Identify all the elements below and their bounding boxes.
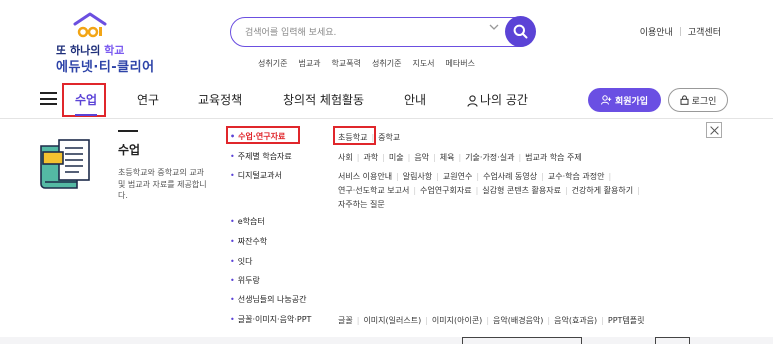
- keyword-link[interactable]: 성취기준: [372, 58, 401, 69]
- sub-link[interactable]: 이미지(일러스트): [363, 316, 421, 325]
- category-teacher-space[interactable]: • 선생님들의 나눔공간: [230, 294, 307, 305]
- nav-item-policy[interactable]: 교육정책: [198, 91, 242, 108]
- sub-link[interactable]: 연구·선도학교 보고서: [338, 186, 409, 195]
- guide-link[interactable]: 이용안내: [640, 25, 673, 38]
- sub-link[interactable]: 수업사례 동영상: [483, 172, 537, 181]
- sub-link[interactable]: 사회: [338, 153, 353, 162]
- search-input[interactable]: 검색어를 입력해 보세요.: [245, 25, 336, 38]
- sub-link[interactable]: 글꼴: [338, 316, 353, 325]
- keyword-link[interactable]: 학교폭력: [332, 58, 361, 69]
- nav-item-info[interactable]: 안내: [404, 91, 426, 108]
- sub-link[interactable]: 이미지(아이콘): [432, 316, 482, 325]
- book-icon: [40, 139, 90, 189]
- divider: |: [678, 26, 682, 37]
- sub-link[interactable]: 자주하는 질문: [338, 200, 385, 209]
- site-logo[interactable]: 또 하나의 학교 에듀넷·티-클리어: [52, 12, 155, 75]
- sub-link[interactable]: 중학교: [378, 133, 400, 142]
- nav-item-research[interactable]: 연구: [137, 91, 159, 108]
- sub-link[interactable]: 알림사항: [403, 172, 432, 181]
- sub-link[interactable]: 과학: [363, 153, 378, 162]
- sub-link[interactable]: 음악(배경음악): [493, 316, 543, 325]
- category-wedorang[interactable]: • 위두랑: [230, 275, 260, 286]
- sub-link[interactable]: 교원연수: [443, 172, 472, 181]
- search-button[interactable]: [505, 16, 536, 47]
- category-math[interactable]: • 짜잔수학: [230, 236, 267, 247]
- section-bar: [118, 130, 138, 132]
- section-description: 초등학교와 중학교의 교과 및 범교과 자료를 제공합니다.: [118, 168, 207, 200]
- sub-link[interactable]: 교수·학습 과정안: [548, 172, 605, 181]
- page-content-edge: [0, 337, 773, 344]
- nav-item-class[interactable]: 수업: [75, 91, 97, 108]
- sub-link[interactable]: 서비스 이용안내: [338, 172, 392, 181]
- close-icon[interactable]: [706, 122, 722, 138]
- sub-link[interactable]: 실감형 콘텐츠 활용자료: [482, 186, 561, 195]
- lock-icon: [680, 95, 689, 105]
- keyword-link[interactable]: 지도서: [412, 58, 434, 69]
- sub-link[interactable]: PPT템플릿: [608, 316, 645, 325]
- sub-links-school: 초등학교 | 중학교: [338, 133, 401, 142]
- search-bar[interactable]: 검색어를 입력해 보세요.: [230, 16, 536, 47]
- join-button-label: 회원가입: [614, 96, 649, 107]
- category-class-research[interactable]: • 수업·연구자료: [230, 131, 285, 142]
- chevron-down-icon[interactable]: [489, 23, 499, 34]
- popular-keywords: 성취기준 범교과 학교폭력 성취기준 지도서 메타버스: [258, 58, 486, 69]
- keyword-link[interactable]: 메타버스: [446, 58, 475, 69]
- utility-links: 이용안내 | 고객센터: [640, 25, 721, 39]
- nav-item-activity[interactable]: 창의적 체험활동: [283, 91, 364, 108]
- sub-link[interactable]: 미술: [389, 153, 404, 162]
- sub-link[interactable]: 건강하게 활용하기: [572, 186, 633, 195]
- page: 또 하나의 학교 에듀넷·티-클리어 검색어를 입력해 보세요. 성취기준 범교…: [0, 0, 773, 344]
- category-itda[interactable]: • 잇다: [230, 256, 252, 267]
- nav-item-my-space[interactable]: 나의 공간: [467, 91, 528, 108]
- login-button-label: 로그인: [691, 96, 717, 107]
- category-digital-textbook[interactable]: • 디지털교과서: [230, 170, 282, 181]
- section-title: 수업: [118, 143, 141, 157]
- sub-links-digital-1: 서비스 이용안내 | 알림사항 | 교원연수 | 수업사례 동영상 | 교수·학습 과정안 |: [338, 172, 612, 181]
- header-divider: [0, 118, 773, 119]
- sub-link[interactable]: 초등학교: [338, 133, 367, 142]
- sub-link[interactable]: 기술·가정·실과: [465, 153, 514, 162]
- sub-links-digital-3: 자주하는 질문: [338, 199, 385, 210]
- sub-link[interactable]: 음악(효과음): [554, 316, 597, 325]
- category-font-media[interactable]: • 글꼴·이미지·음악·PPT: [230, 314, 311, 325]
- join-button[interactable]: 회원가입: [588, 88, 661, 112]
- sub-link[interactable]: 범교과 학습 주제: [525, 153, 582, 162]
- search-icon: [513, 24, 528, 39]
- keyword-link[interactable]: 범교과: [298, 58, 320, 69]
- logo-title: 에듀넷·티-클리어: [56, 60, 155, 75]
- person-icon: [467, 94, 478, 107]
- active-underline: [75, 114, 97, 116]
- category-topic[interactable]: • 주제별 학습자료: [230, 151, 292, 162]
- category-e-learning[interactable]: • e학습터: [230, 216, 265, 227]
- content-fragment: [462, 337, 582, 344]
- login-button[interactable]: 로그인: [668, 88, 728, 112]
- sub-link[interactable]: 음악: [414, 153, 429, 162]
- sub-links-digital-2: 연구·선도학교 보고서 | 수업연구회자료 | 실감형 콘텐츠 활용자료 | 건강하게 활용…: [338, 186, 640, 195]
- sub-links-topic: 사회 | 과학 | 미술 | 음악 | 체육 | 기술·가정·실과 | 범교과 학습 주제: [338, 153, 582, 162]
- sub-link[interactable]: 체육: [440, 153, 455, 162]
- sub-links-font-media: 글꼴 | 이미지(일러스트) | 이미지(아이콘) | 음악(배경음악) | 음악(효과음) | P…: [338, 316, 645, 325]
- sub-link[interactable]: 수업연구회자료: [420, 186, 472, 195]
- keyword-link[interactable]: 성취기준: [258, 58, 287, 69]
- support-link[interactable]: 고객센터: [688, 25, 721, 38]
- nav-item-my-space-label: 나의 공간: [480, 93, 528, 107]
- house-logo-icon: [73, 12, 107, 38]
- add-user-icon: [600, 95, 612, 105]
- hamburger-menu-icon[interactable]: [40, 92, 57, 105]
- content-fragment: [655, 337, 690, 344]
